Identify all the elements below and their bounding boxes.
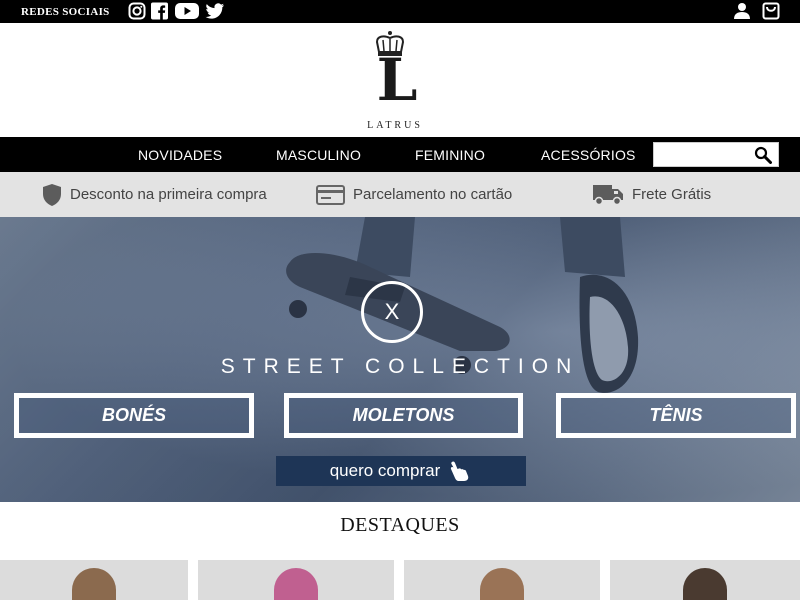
logo-wordmark[interactable]: LATRUS	[350, 120, 440, 131]
benefit-installments-label: Parcelamento no cartão	[353, 186, 513, 203]
product-card[interactable]	[0, 560, 188, 600]
highlights-title: DESTAQUES	[340, 514, 460, 536]
benefit-discount: Desconto na primeira compra	[42, 172, 267, 217]
search-box	[653, 142, 779, 167]
benefit-shipping: Frete Grátis	[593, 172, 711, 217]
category-tenis-button[interactable]: TÊNIS	[556, 393, 796, 438]
product-image	[480, 568, 524, 600]
product-card[interactable]	[404, 560, 600, 600]
facebook-icon[interactable]	[151, 2, 168, 20]
hand-pointer-icon	[451, 461, 469, 481]
nav-item-acessorios[interactable]: ACESSÓRIOS	[541, 147, 636, 163]
benefit-shipping-label: Frete Grátis	[632, 186, 712, 203]
hero-banner: X STREET COLLECTION BONÉS MOLETONS TÊNIS…	[0, 217, 800, 502]
benefit-discount-label: Desconto na primeira compra	[70, 186, 267, 203]
search-input[interactable]	[656, 145, 748, 164]
nav-item-masculino[interactable]: MASCULINO	[276, 147, 361, 163]
product-image	[72, 568, 116, 600]
top-bar: REDES SOCIAIS	[0, 0, 800, 23]
user-icon[interactable]	[733, 2, 751, 20]
buy-button-label: quero comprar	[329, 461, 441, 480]
hero-close-button[interactable]: X	[361, 281, 423, 343]
benefits-bar: Desconto na primeira compra Parcelamento…	[0, 172, 800, 217]
credit-card-icon	[316, 184, 345, 205]
logo-letter[interactable]: L	[372, 51, 422, 109]
product-card[interactable]	[198, 560, 394, 600]
logo-header: L LATRUS	[0, 23, 800, 137]
truck-icon	[593, 184, 623, 205]
benefit-installments: Parcelamento no cartão	[316, 172, 512, 217]
shield-icon	[43, 183, 61, 206]
product-card[interactable]	[610, 560, 800, 600]
youtube-icon[interactable]	[175, 2, 199, 20]
nav-item-feminino[interactable]: FEMININO	[415, 147, 485, 163]
twitter-icon[interactable]	[205, 2, 225, 20]
category-moletons-button[interactable]: MOLETONS	[284, 393, 523, 438]
hero-title: STREET COLLECTION	[220, 355, 580, 378]
cart-icon[interactable]	[762, 2, 780, 20]
social-label: REDES SOCIAIS	[21, 6, 110, 18]
category-bones-button[interactable]: BONÉS	[14, 393, 254, 438]
product-image	[274, 568, 318, 600]
main-nav: NOVIDADES MASCULINO FEMININO ACESSÓRIOS	[0, 137, 800, 172]
instagram-icon[interactable]	[128, 2, 146, 20]
product-image	[683, 568, 727, 600]
buy-button[interactable]: quero comprar	[276, 456, 526, 486]
search-icon[interactable]	[754, 146, 772, 164]
nav-item-novidades[interactable]: NOVIDADES	[138, 147, 222, 163]
